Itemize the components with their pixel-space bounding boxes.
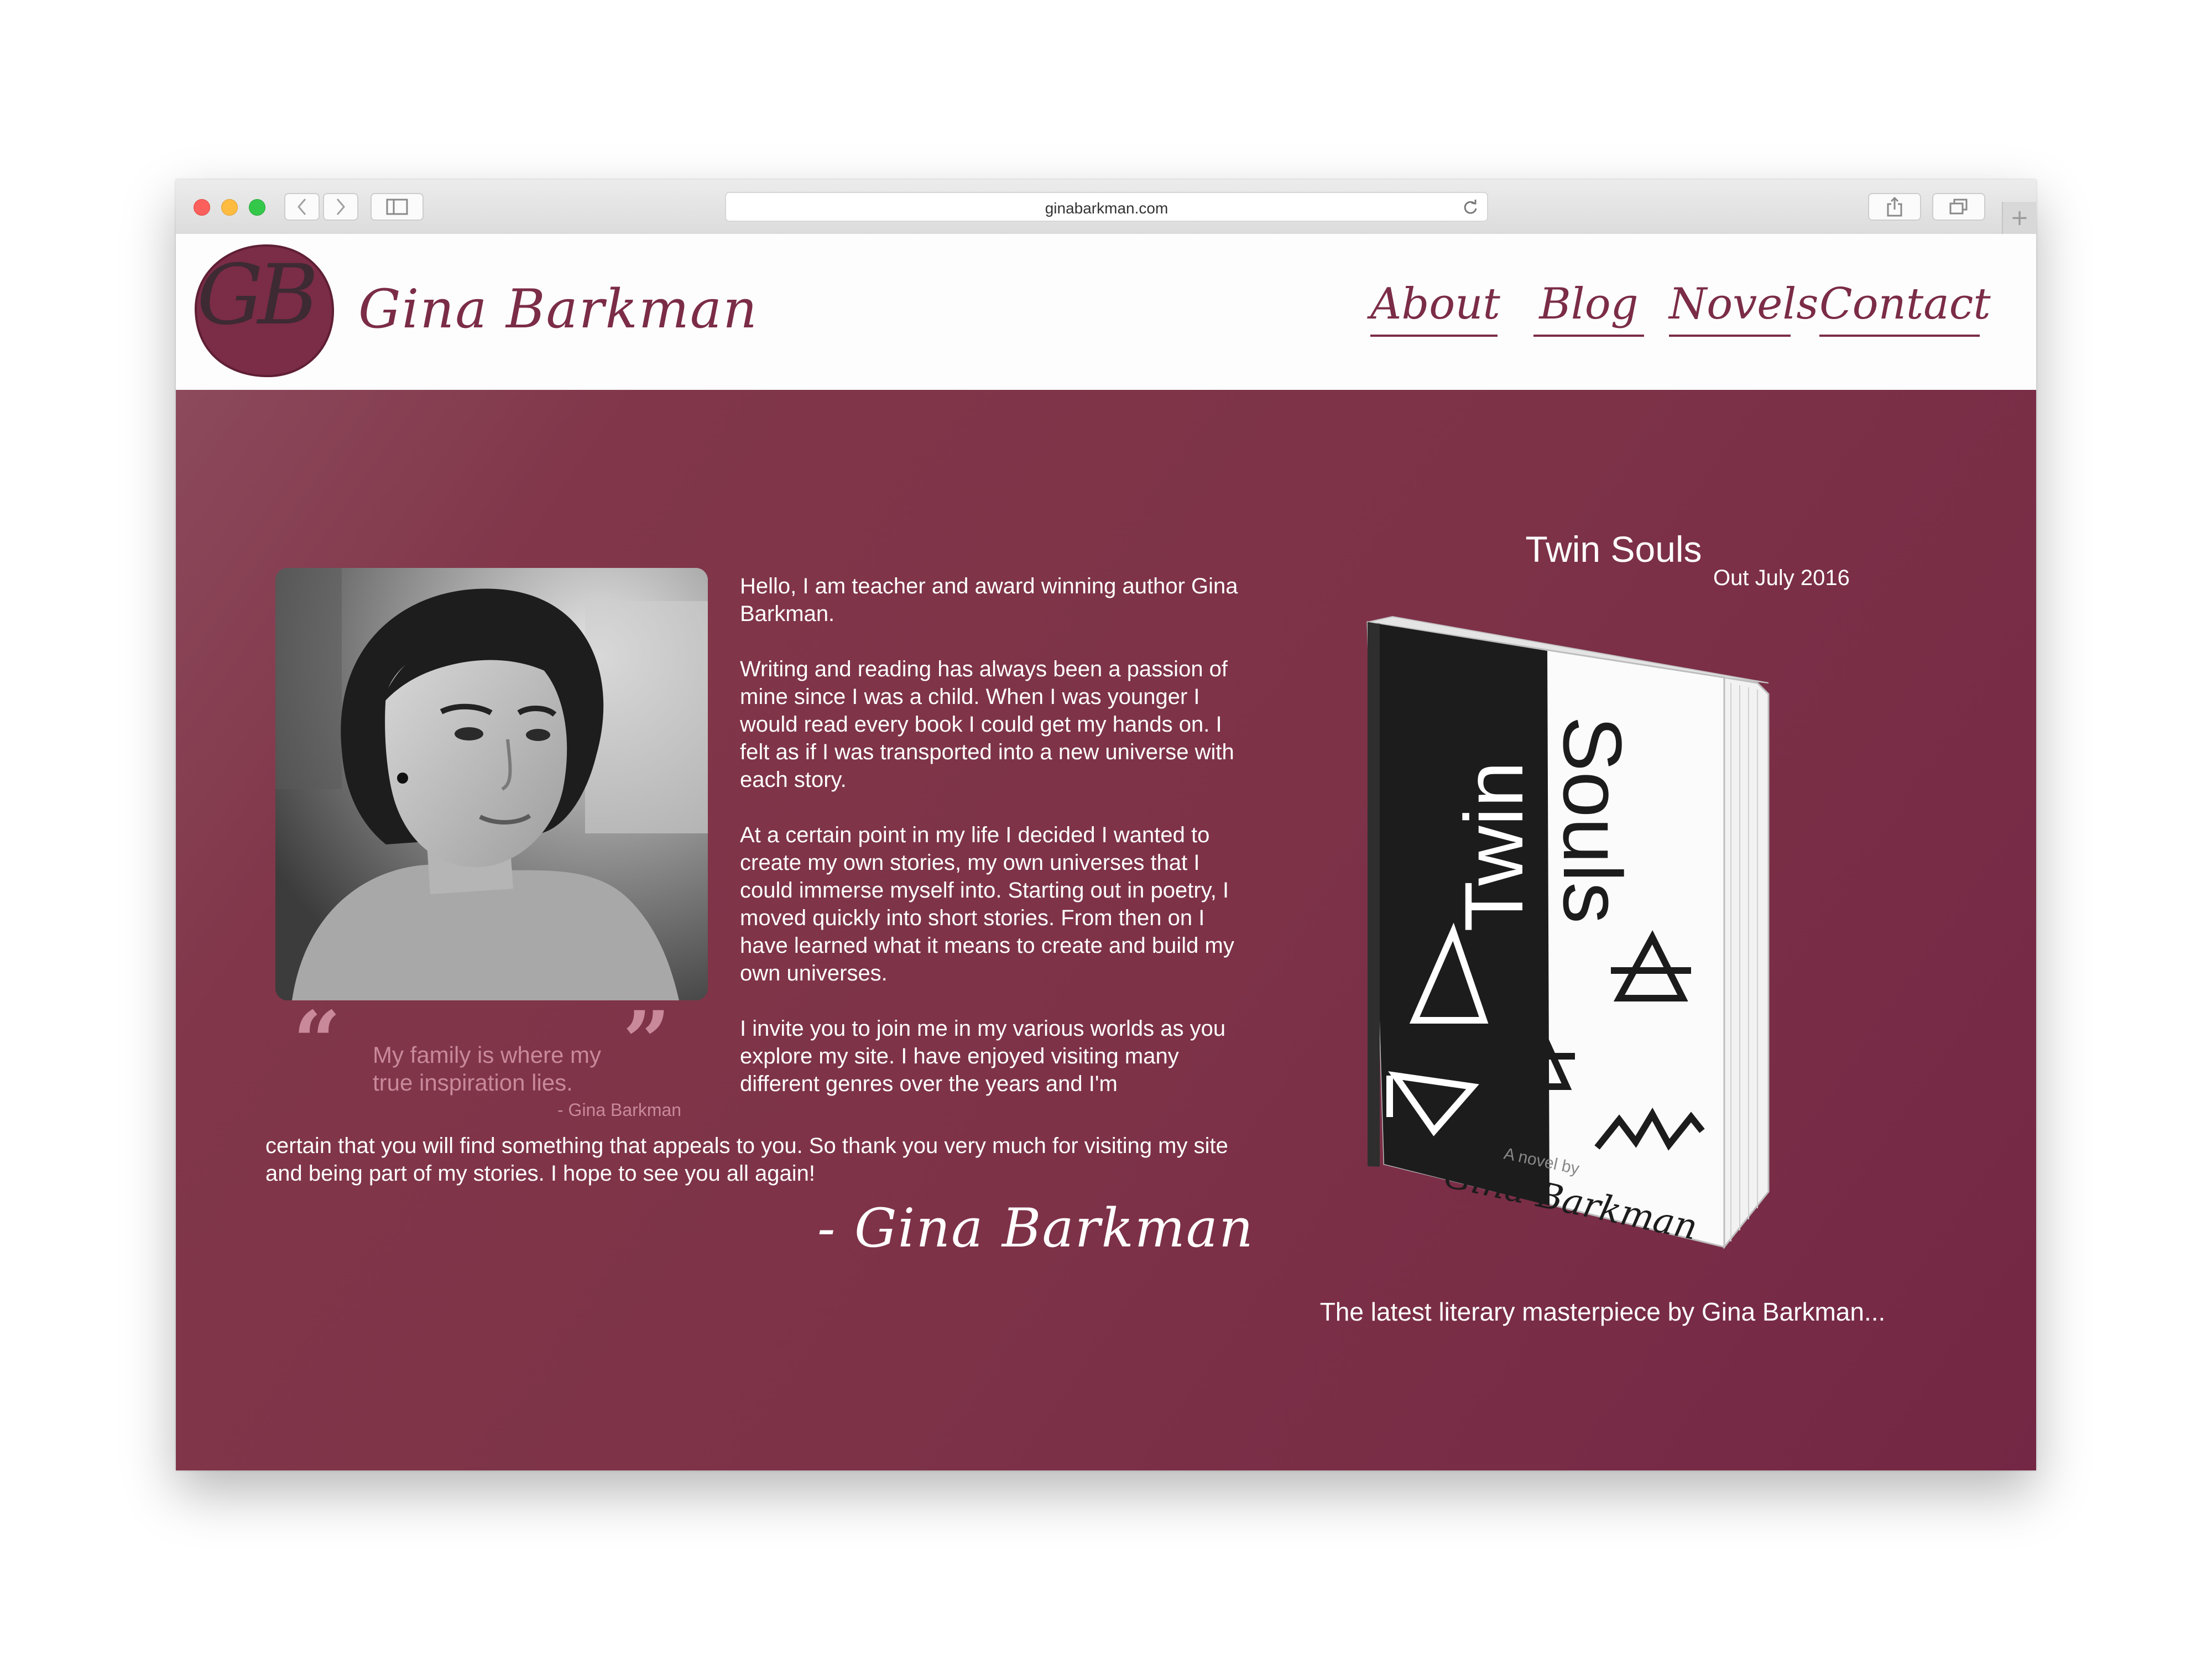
bio-paragraph: I invite you to join me in my various wo…	[740, 1016, 1226, 1096]
quote-author: - Gina Barkman	[557, 1100, 682, 1120]
author-bio: Hello, I am teacher and award winning au…	[740, 572, 1249, 1125]
nav-blog[interactable]: Blog	[1533, 279, 1644, 337]
nav-contact[interactable]: Contact	[1819, 279, 1991, 337]
portrait-image	[275, 568, 708, 1000]
hero-section: “ ” My family is where my true inspirati…	[176, 390, 2036, 1470]
browser-window: ginabarkman.com + GB Gina Barkman About …	[176, 180, 2036, 1470]
quote-text: My family is where my true inspiration l…	[373, 1042, 602, 1095]
bio-closing: certain that you will find something tha…	[265, 1134, 1228, 1186]
cover-word-twin: Twin	[1447, 761, 1540, 932]
book-caption: The latest literary masterpiece by Gina …	[1319, 1297, 1886, 1326]
zoom-window-button[interactable]	[249, 199, 265, 216]
bio-paragraph: Hello, I am teacher and award winning au…	[740, 574, 1238, 626]
book-cover-image[interactable]: Twin Souls A novel by Gina Barkman	[1337, 600, 1824, 1275]
bio-paragraph: Writing and reading has always been a pa…	[740, 657, 1234, 792]
nav-about[interactable]: About	[1370, 279, 1500, 337]
tabs-overview-button[interactable]	[1932, 193, 1985, 221]
cover-word-souls: Souls	[1546, 716, 1639, 924]
author-signature: - Gina Barkman	[817, 1197, 1254, 1259]
chevron-right-icon	[336, 199, 345, 215]
share-button[interactable]	[1868, 193, 1921, 221]
author-portrait	[275, 568, 708, 1000]
new-tab-button[interactable]: +	[2002, 202, 2036, 234]
tabs-icon	[1949, 199, 1968, 215]
sidebar-icon	[386, 199, 408, 215]
address-bar[interactable]: ginabarkman.com	[725, 192, 1488, 222]
close-window-button[interactable]	[194, 199, 210, 216]
chevron-left-icon	[298, 199, 306, 215]
share-icon	[1887, 196, 1902, 217]
sidebar-button[interactable]	[371, 193, 424, 221]
quote-open-mark: “	[293, 993, 341, 1091]
bio-paragraph: At a certain point in my life I decided …	[740, 823, 1234, 985]
browser-toolbar: ginabarkman.com +	[176, 180, 2036, 235]
url-text: ginabarkman.com	[1045, 200, 1168, 217]
site-name[interactable]: Gina Barkman	[358, 278, 758, 340]
nav-novels[interactable]: Novels	[1669, 279, 1818, 337]
book-title[interactable]: Twin Souls	[1475, 528, 1752, 570]
book-release-date: Out July 2016	[1713, 566, 1850, 590]
site-header: GB Gina Barkman About Blog Novels Contac…	[176, 234, 2036, 390]
minimize-window-button[interactable]	[221, 199, 238, 216]
back-button[interactable]	[284, 193, 320, 221]
logo-monogram: GB	[197, 247, 319, 343]
reload-icon[interactable]	[1462, 199, 1479, 216]
forward-button[interactable]	[323, 193, 358, 221]
